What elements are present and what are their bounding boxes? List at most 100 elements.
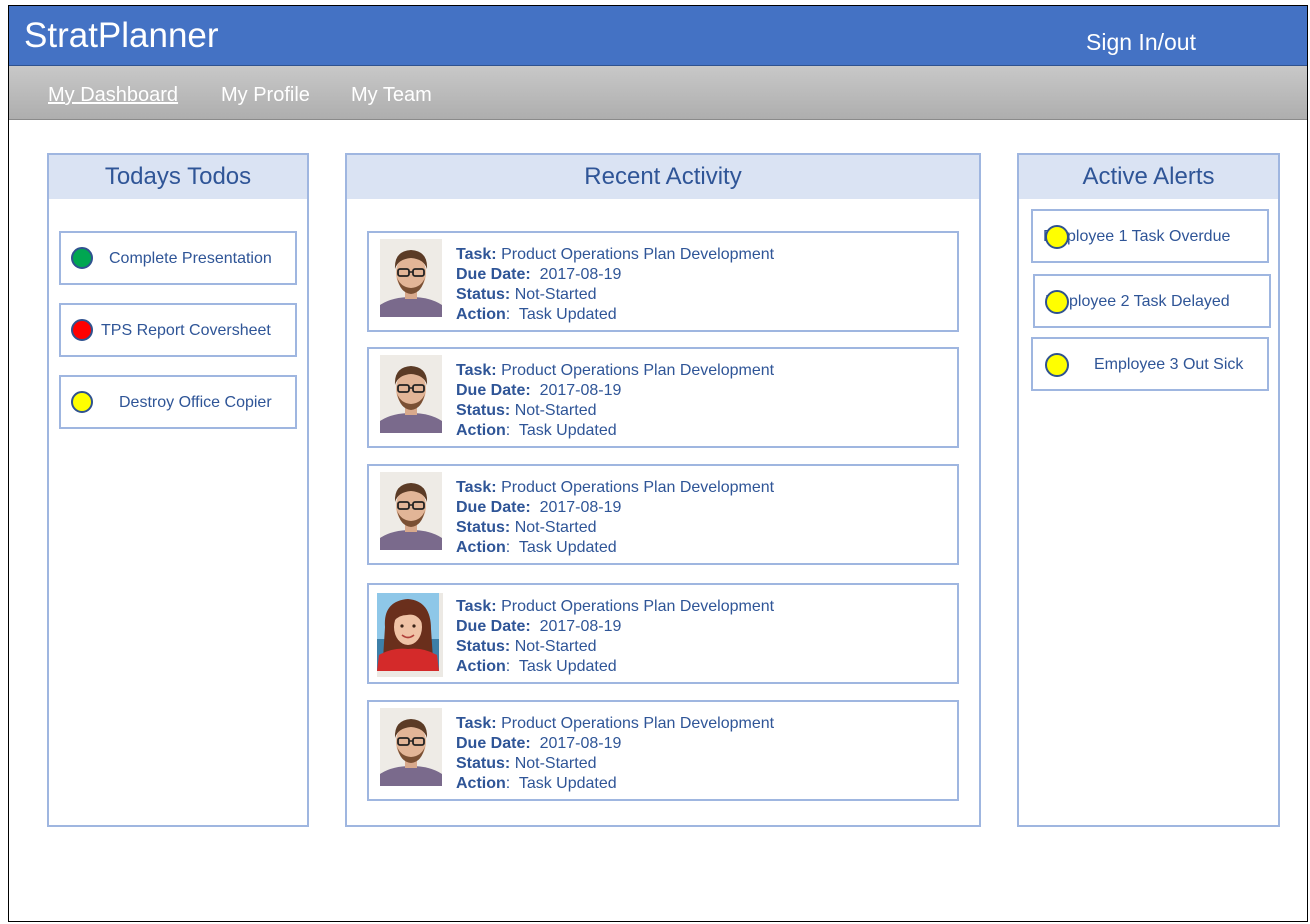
activity-action-value: Task Updated xyxy=(518,658,617,675)
status-indicator-icon xyxy=(71,319,93,341)
activity-details: Task: Product Operations Plan Developmen… xyxy=(456,597,774,677)
activity-due-date-value: 2017-08-19 xyxy=(539,735,622,752)
status-indicator-icon xyxy=(1045,225,1069,249)
activity-action-label: Action xyxy=(456,422,506,439)
todo-item[interactable]: TPS Report Coversheet xyxy=(59,303,297,357)
todo-label: Complete Presentation xyxy=(109,250,272,267)
alerts-panel: Active Alerts Employee 1 Task Overdue Em… xyxy=(1017,153,1280,827)
nav-my-dashboard[interactable]: My Dashboard xyxy=(48,83,178,107)
activity-status-line: Status: Not-Started xyxy=(456,401,774,421)
activity-due-date-line: Due Date: 2017-08-19 xyxy=(456,498,774,518)
activity-action-value: Task Updated xyxy=(518,422,617,439)
activity-details: Task: Product Operations Plan Developmen… xyxy=(456,714,774,794)
activity-action-label: Action xyxy=(456,658,506,675)
activity-task-value: Product Operations Plan Development xyxy=(501,598,775,615)
activity-due-date-label: Due Date: xyxy=(456,382,531,399)
todo-item[interactable]: Destroy Office Copier xyxy=(59,375,297,429)
alert-item[interactable]: Employee 2 Task Delayed xyxy=(1033,274,1271,328)
activity-status-value: Not-Started xyxy=(514,402,597,419)
activity-item[interactable]: Task: Product Operations Plan Developmen… xyxy=(367,700,959,801)
activity-status-value: Not-Started xyxy=(514,638,597,655)
alert-label: Employee 2 Task Delayed xyxy=(1045,293,1230,310)
todo-item[interactable]: Complete Presentation xyxy=(59,231,297,285)
activity-status-line: Status: Not-Started xyxy=(456,285,774,305)
activity-item[interactable]: Task: Product Operations Plan Developmen… xyxy=(367,464,959,565)
activity-task-label: Task: xyxy=(456,479,497,496)
activity-panel: Recent Activity Task: Product Operations… xyxy=(345,153,981,827)
status-indicator-icon xyxy=(1045,290,1069,314)
activity-action-label: Action xyxy=(456,775,506,792)
activity-due-date-value: 2017-08-19 xyxy=(539,382,622,399)
nav-my-team[interactable]: My Team xyxy=(351,83,432,107)
male-avatar xyxy=(380,355,442,433)
activity-due-date-line: Due Date: 2017-08-19 xyxy=(456,381,774,401)
activity-status-line: Status: Not-Started xyxy=(456,518,774,538)
alert-item[interactable]: Employee 1 Task Overdue xyxy=(1031,209,1269,263)
activity-item[interactable]: Task: Product Operations Plan Developmen… xyxy=(367,231,959,332)
activity-task-line: Task: Product Operations Plan Developmen… xyxy=(456,478,774,498)
male-avatar xyxy=(380,239,442,317)
activity-due-date-label: Due Date: xyxy=(456,735,531,752)
status-indicator-icon xyxy=(71,391,93,413)
activity-status-label: Status: xyxy=(456,638,511,655)
activity-status-label: Status: xyxy=(456,286,511,303)
todo-label: Destroy Office Copier xyxy=(119,394,272,411)
activity-action-line: Action: Task Updated xyxy=(456,306,617,323)
todo-label: TPS Report Coversheet xyxy=(101,322,271,339)
activity-status-value: Not-Started xyxy=(514,286,597,303)
activity-status-value: Not-Started xyxy=(514,755,597,772)
activity-task-label: Task: xyxy=(456,362,497,379)
activity-status-line: Status: Not-Started xyxy=(456,754,774,774)
activity-action-value: Task Updated xyxy=(518,539,617,556)
activity-task-value: Product Operations Plan Development xyxy=(501,362,775,379)
activity-item[interactable]: Task: Product Operations Plan Developmen… xyxy=(367,583,959,684)
app-window: StratPlanner Sign In/out My Dashboard My… xyxy=(8,5,1308,922)
activity-task-line: Task: Product Operations Plan Developmen… xyxy=(456,361,774,381)
activity-due-date-value: 2017-08-19 xyxy=(539,499,622,516)
activity-details: Task: Product Operations Plan Developmen… xyxy=(456,478,774,558)
activity-action-value: Task Updated xyxy=(518,775,617,792)
activity-task-line: Task: Product Operations Plan Developmen… xyxy=(456,597,774,617)
activity-task-line: Task: Product Operations Plan Developmen… xyxy=(456,245,774,265)
activity-action-value: Task Updated xyxy=(518,306,617,323)
activity-action-line: Action: Task Updated xyxy=(456,422,617,439)
activity-item[interactable]: Task: Product Operations Plan Developmen… xyxy=(367,347,959,448)
male-avatar xyxy=(380,472,442,550)
top-bar: StratPlanner Sign In/out xyxy=(9,6,1307,66)
activity-task-label: Task: xyxy=(456,598,497,615)
sign-in-out-link[interactable]: Sign In/out xyxy=(1086,28,1196,56)
alert-label: Employee 1 Task Overdue xyxy=(1043,228,1231,245)
activity-due-date-value: 2017-08-19 xyxy=(539,618,622,635)
activity-panel-title: Recent Activity xyxy=(347,155,979,199)
status-indicator-icon xyxy=(1045,353,1069,377)
activity-action-line: Action: Task Updated xyxy=(456,775,617,792)
alert-item[interactable]: Employee 3 Out Sick xyxy=(1031,337,1269,391)
activity-due-date-label: Due Date: xyxy=(456,266,531,283)
activity-status-label: Status: xyxy=(456,755,511,772)
todos-panel: Todays Todos Complete Presentation TPS R… xyxy=(47,153,309,827)
activity-action-label: Action xyxy=(456,539,506,556)
male-avatar xyxy=(380,708,442,786)
activity-task-label: Task: xyxy=(456,715,497,732)
activity-due-date-line: Due Date: 2017-08-19 xyxy=(456,734,774,754)
activity-task-value: Product Operations Plan Development xyxy=(501,715,775,732)
status-indicator-icon xyxy=(71,247,93,269)
activity-due-date-line: Due Date: 2017-08-19 xyxy=(456,617,774,637)
activity-due-date-label: Due Date: xyxy=(456,499,531,516)
female-avatar xyxy=(377,593,443,677)
activity-status-value: Not-Started xyxy=(514,519,597,536)
activity-due-date-value: 2017-08-19 xyxy=(539,266,622,283)
activity-action-label: Action xyxy=(456,306,506,323)
activity-status-line: Status: Not-Started xyxy=(456,637,774,657)
alerts-panel-title: Active Alerts xyxy=(1019,155,1278,199)
activity-details: Task: Product Operations Plan Developmen… xyxy=(456,361,774,441)
activity-status-label: Status: xyxy=(456,519,511,536)
alert-label: Employee 3 Out Sick xyxy=(1094,356,1244,373)
nav-my-profile[interactable]: My Profile xyxy=(221,83,310,107)
activity-action-line: Action: Task Updated xyxy=(456,539,617,556)
activity-due-date-label: Due Date: xyxy=(456,618,531,635)
activity-details: Task: Product Operations Plan Developmen… xyxy=(456,245,774,325)
app-title: StratPlanner xyxy=(24,16,219,55)
activity-task-value: Product Operations Plan Development xyxy=(501,246,775,263)
activity-due-date-line: Due Date: 2017-08-19 xyxy=(456,265,774,285)
